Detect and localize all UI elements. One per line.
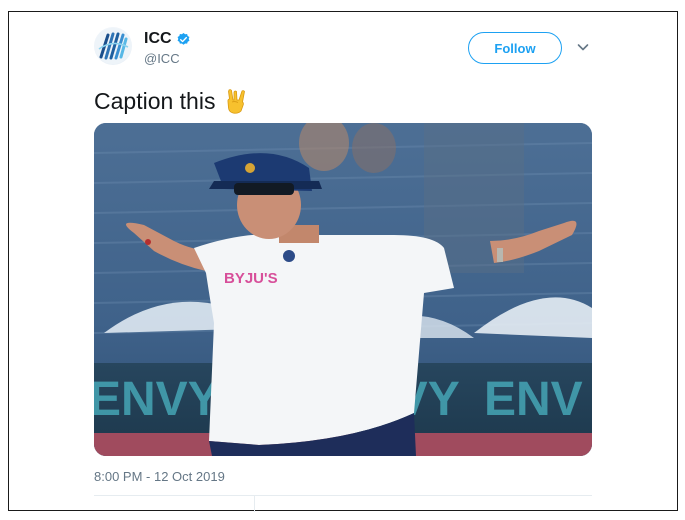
account-handle[interactable]: @ICC (144, 51, 191, 66)
verified-badge-icon (176, 32, 191, 47)
display-name[interactable]: ICC (144, 30, 172, 48)
follow-button[interactable]: Follow (468, 32, 562, 64)
account-names: ICC @ICC (144, 30, 191, 66)
divider (94, 495, 592, 496)
tweet-timestamp[interactable]: 8:00 PM - 12 Oct 2019 (94, 469, 225, 484)
sign-of-the-horns-emoji-icon (223, 87, 249, 115)
chevron-down-icon[interactable] (576, 40, 590, 54)
tweet-card: ICC @ICC Follow Caption this ENVY ENV BY… (8, 11, 678, 512)
tweet-text: Caption this (94, 87, 249, 115)
tweet-header: ICC @ICC Follow (94, 27, 594, 77)
banner-text-1: ENVY (94, 373, 220, 426)
icc-logo-icon[interactable] (94, 27, 132, 65)
tweet-photo[interactable]: ENVY ENVY ENV BYJU'S (94, 123, 592, 456)
divider-tick (254, 496, 255, 512)
shirt-sponsor-text: BYJU'S (224, 270, 278, 287)
banner-text-3: ENV (484, 373, 583, 426)
tweet-text-content: Caption this (94, 88, 216, 114)
